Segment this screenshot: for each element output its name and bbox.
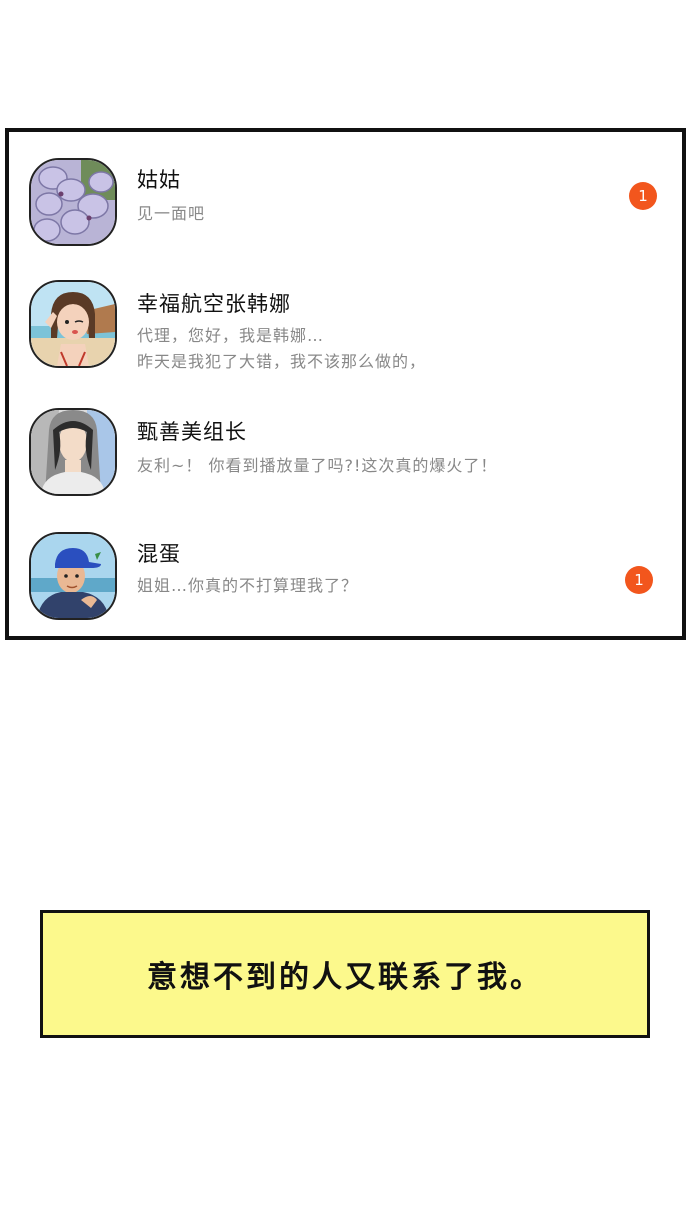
unread-badge: 1 [625, 566, 653, 594]
lilac-flower-avatar [29, 158, 117, 246]
chat-name: 混蛋 [137, 542, 181, 566]
chat-preview: 姐姐…你真的不打算理我了？ [137, 576, 359, 595]
man-cap-avatar [29, 532, 117, 620]
narration-caption-box: 意想不到的人又联系了我。 [40, 910, 650, 1038]
chat-name: 幸福航空张韩娜 [137, 292, 291, 316]
unread-badge: 1 [629, 182, 657, 210]
chat-item-zhen-shanmei[interactable]: 甄善美组长 友利~！ 你看到播放量了吗?!这次真的爆火了！ [9, 396, 682, 496]
chat-preview: 见一面吧 [137, 204, 206, 223]
chat-item-hundan[interactable]: 混蛋 姐姐…你真的不打算理我了？ 1 [9, 520, 682, 620]
woman-beach-avatar [29, 280, 117, 368]
chat-item-zhang-hanna[interactable]: 幸福航空张韩娜 代理，您好，我是韩娜… 昨天是我犯了大错，我不该那么做的， [9, 262, 682, 371]
chat-preview: 代理，您好，我是韩娜… [137, 326, 325, 345]
chat-preview-line-2: 昨天是我犯了大错，我不该那么做的， [137, 352, 427, 371]
chat-item-gugu[interactable]: 姑姑 见一面吧 1 [9, 142, 682, 246]
chat-list: 姑姑 见一面吧 1 幸福航空张韩娜 代理，您好，我是韩娜… 昨天是我犯了大错，我… [5, 128, 686, 640]
chat-preview: 友利~！ 你看到播放量了吗?!这次真的爆火了！ [137, 456, 498, 475]
chat-name: 姑姑 [137, 168, 181, 192]
chat-name: 甄善美组长 [137, 420, 247, 444]
woman-silhouette-avatar [29, 408, 117, 496]
narration-caption: 意想不到的人又联系了我。 [147, 960, 543, 995]
